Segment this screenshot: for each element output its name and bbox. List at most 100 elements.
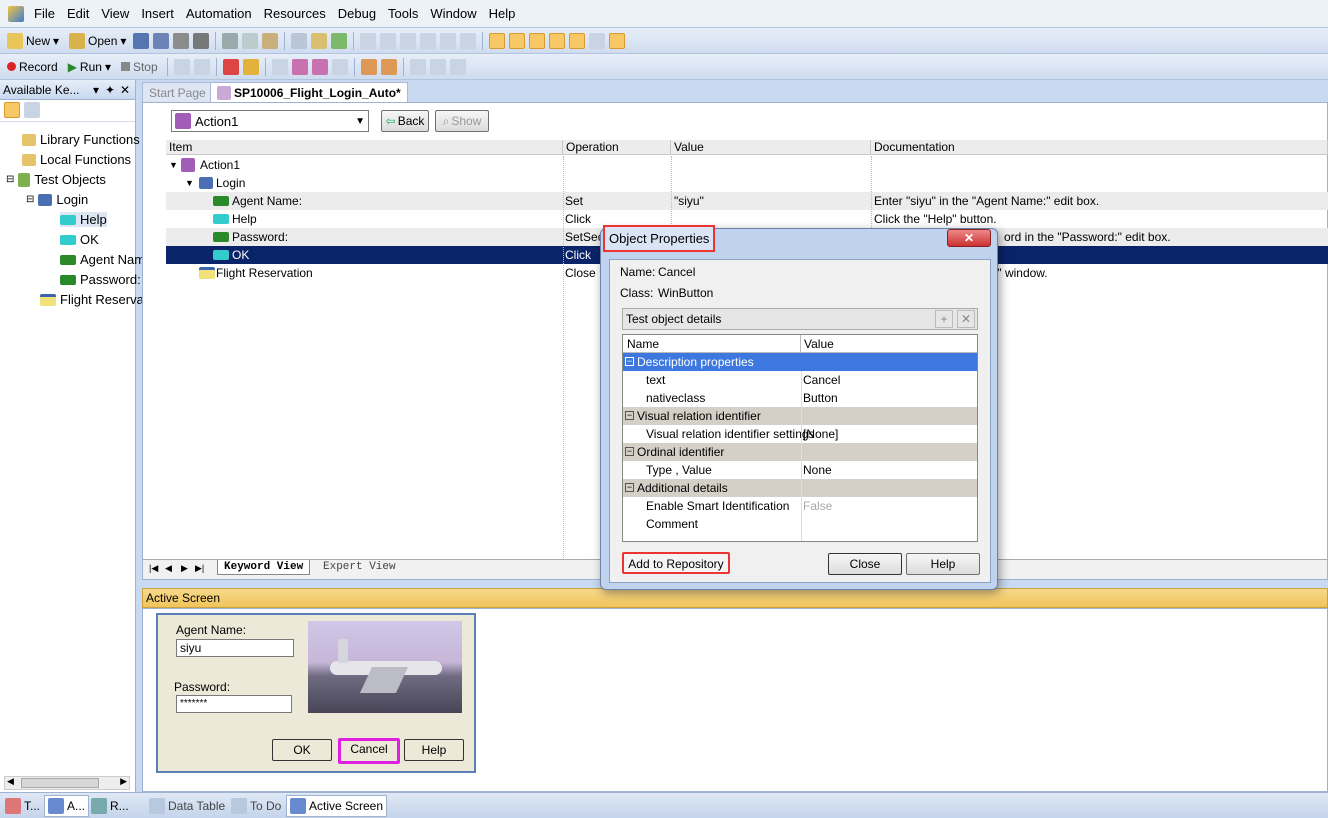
tree-item-login[interactable]: ⊟ Login [26,192,88,207]
copy-icon[interactable] [242,32,259,49]
save-all-icon[interactable] [153,32,170,49]
expand-icon[interactable]: ▼ [185,174,194,192]
tree-item-library-functions[interactable]: Library Functions [22,132,140,147]
to-do-icon[interactable] [609,32,626,49]
export-icon[interactable] [449,58,466,75]
data-table-icon[interactable] [549,32,566,49]
copy-action-icon[interactable] [429,58,446,75]
category-ordinal-identifier[interactable]: − Ordinal identifier [623,443,977,461]
add-property-icon[interactable]: + [935,310,953,328]
remove-property-icon[interactable]: ✕ [957,310,975,328]
scroll-thumb[interactable] [21,778,99,788]
breakpoint-icon[interactable] [331,58,348,75]
menu-edit[interactable]: Edit [61,0,95,28]
menu-view[interactable]: View [95,0,135,28]
cancel-button[interactable]: Cancel [338,738,400,764]
new-step-icon[interactable] [380,58,397,75]
dialog-close-button[interactable]: ✕ [947,229,991,247]
output-value-icon[interactable] [242,58,259,75]
scroll-left-icon[interactable]: ◀ [7,776,14,787]
nav-first-icon[interactable]: |◀ [149,563,158,574]
call-action-icon[interactable] [409,58,426,75]
paste-icon[interactable] [262,32,279,49]
analog-icon[interactable] [173,58,190,75]
active-screen-icon[interactable] [569,32,586,49]
grid-row-agent-name[interactable]: Agent Name: Set "siyu" Enter "siyu" in t… [166,192,1328,210]
redo-icon[interactable] [380,32,397,49]
chevron-down-icon[interactable]: ▼ [355,116,365,127]
collapse-icon[interactable]: − [625,357,634,366]
property-row[interactable]: Enable Smart Identification False [623,497,977,515]
tree-item-local-functions[interactable]: Local Functions [22,152,131,167]
property-row[interactable]: Comment [623,515,977,533]
comment-icon[interactable] [400,32,417,49]
col-header-value[interactable]: Value [671,140,871,155]
collapse-icon[interactable]: ⊟ [26,194,34,205]
tree-item-test-objects[interactable]: ⊟ Test Objects [6,172,106,187]
category-visual-relation[interactable]: − Visual relation identifier [623,407,977,425]
find-icon[interactable] [440,32,457,49]
checkpoint-icon[interactable] [222,58,239,75]
category-description-properties[interactable]: − Description properties [623,353,977,371]
low-level-icon[interactable] [193,58,210,75]
collapse-icon[interactable]: ⊟ [6,174,14,185]
collapse-icon[interactable]: − [625,447,634,456]
step-out-icon[interactable] [311,58,328,75]
horizontal-scrollbar[interactable]: ◀ ▶ [4,776,130,790]
tab-keyword-view[interactable]: Keyword View [217,560,311,575]
password-field[interactable]: ******* [176,695,292,713]
menu-help[interactable]: Help [483,0,522,28]
close-button[interactable]: Close [828,553,902,575]
tab-start-page[interactable]: Start Page [142,82,213,102]
open-button[interactable]: Open ▾ [66,31,129,51]
nav-next-icon[interactable]: ▶ [181,563,188,574]
alphabetic-view-icon[interactable] [4,102,20,118]
record-button[interactable]: Record [4,57,61,77]
tree-item-password[interactable]: Password: [60,272,141,287]
property-row[interactable]: Type , Value None [623,461,977,479]
property-row[interactable]: Visual relation identifier settings [None… [623,425,977,443]
panel-menu-icon[interactable]: ▾ [93,80,99,100]
menu-tools[interactable]: Tools [382,0,424,28]
back-button[interactable]: ⇦ Back [381,110,429,132]
col-header-item[interactable]: Item [166,140,563,155]
tab-to-do[interactable]: To Do [228,795,284,817]
menu-insert[interactable]: Insert [135,0,180,28]
run-button[interactable]: ▶ Run ▾ [65,57,114,77]
nav-last-icon[interactable]: ▶| [195,563,204,574]
step-over-icon[interactable] [291,58,308,75]
print-preview-icon[interactable] [173,32,190,49]
pin-icon[interactable]: ✦ [105,80,115,100]
ok-button[interactable]: OK [272,739,332,761]
cut-icon[interactable] [222,32,239,49]
scroll-right-icon[interactable]: ▶ [120,776,127,787]
collapse-icon[interactable]: − [625,483,634,492]
categorized-view-icon[interactable] [24,102,40,118]
grid-row-help[interactable]: Help Click Click the "Help" button. [166,210,1328,228]
property-row[interactable]: text Cancel [623,371,977,389]
col-header-documentation[interactable]: Documentation [871,140,1328,155]
properties-icon[interactable] [311,32,328,49]
menu-resources[interactable]: Resources [258,0,332,28]
show-button[interactable]: ⌕ Show [435,110,489,132]
debug-viewer-icon[interactable] [589,32,606,49]
menu-file[interactable]: File [28,0,61,28]
edit-icon[interactable] [291,32,308,49]
expand-icon[interactable]: ▼ [169,156,178,174]
tab-test-flow[interactable]: T... [2,795,43,817]
tab-expert-view[interactable]: Expert View [317,560,402,574]
object-repository-icon[interactable] [529,32,546,49]
tab-active-screen[interactable]: Active Screen [286,795,388,817]
grid-row-login[interactable]: ▼ Login [166,174,1328,192]
tab-resources[interactable]: R... [88,795,132,817]
tab-data-table[interactable]: Data Table [146,795,228,817]
new-button[interactable]: New ▾ [4,31,62,51]
close-icon[interactable]: ✕ [120,80,130,100]
save-icon[interactable] [133,32,150,49]
action-selector[interactable]: Action1 ▼ [171,110,369,132]
spell-check-icon[interactable] [460,32,477,49]
menu-automation[interactable]: Automation [180,0,258,28]
print-icon[interactable] [193,32,210,49]
tab-available-keywords[interactable]: A... [44,795,90,817]
col-header-operation[interactable]: Operation [563,140,671,155]
